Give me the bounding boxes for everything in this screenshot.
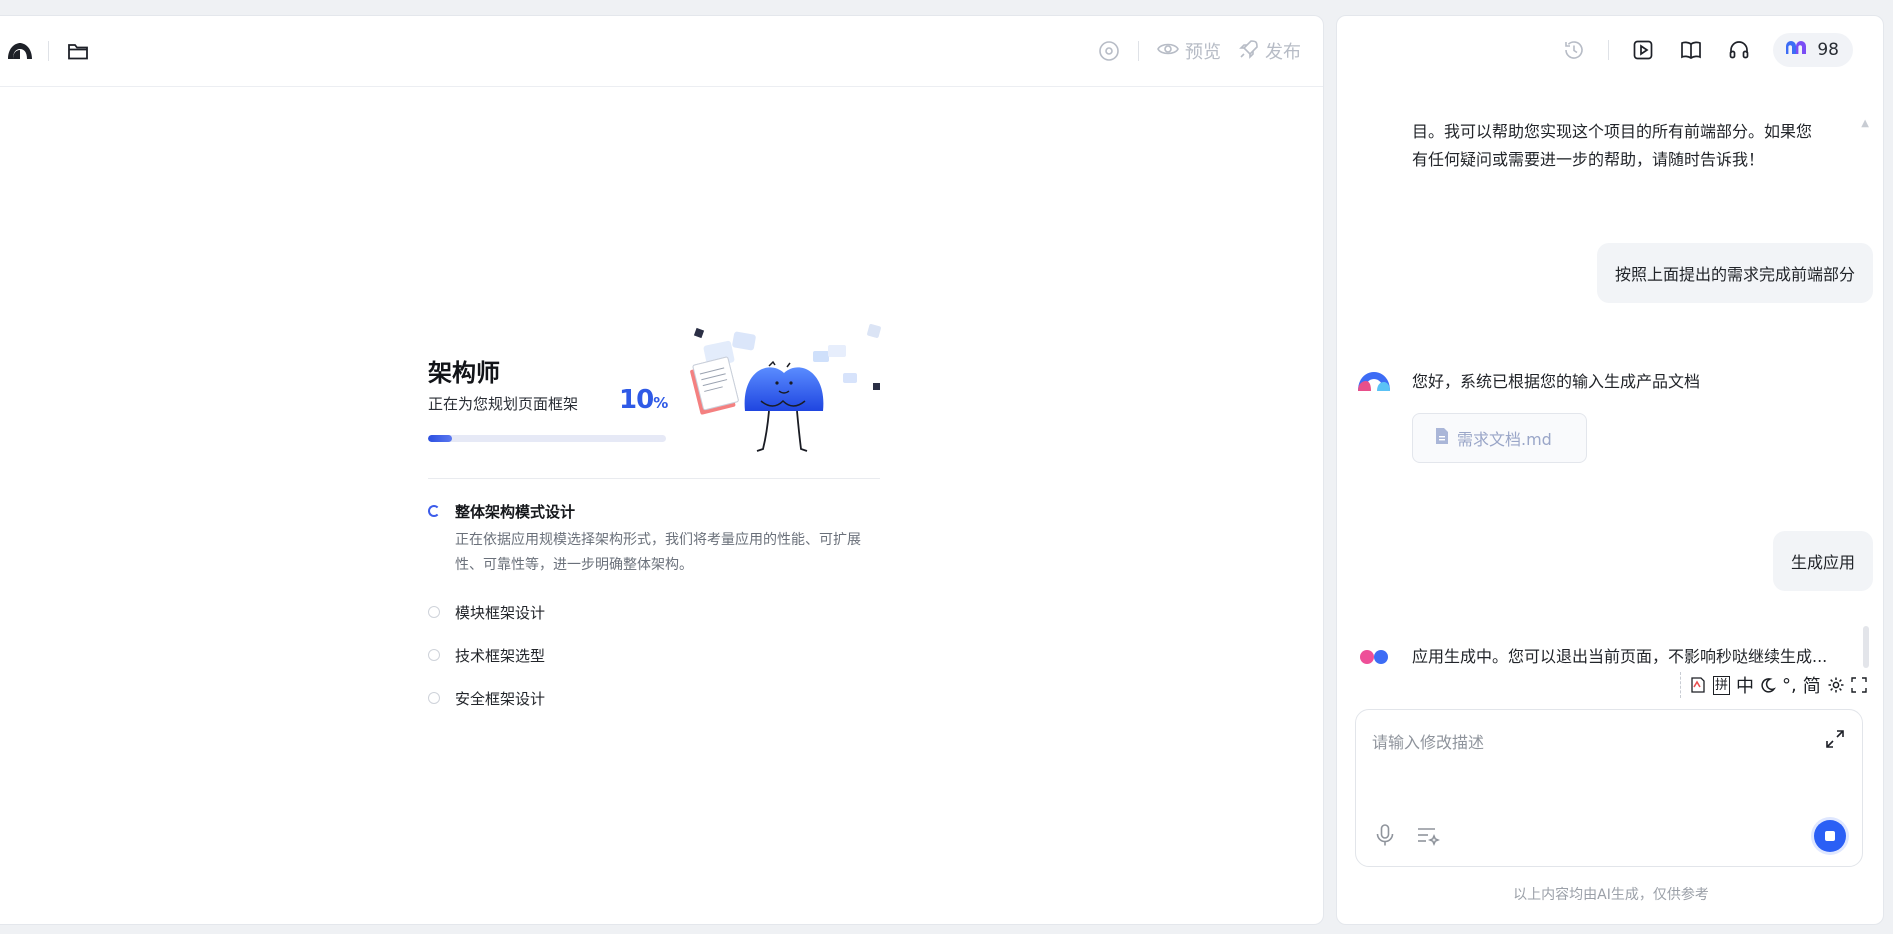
ime-toolbar: 拼 中 °, 简 <box>1680 672 1867 698</box>
eye-icon <box>1157 41 1179 62</box>
publish-label: 发布 <box>1265 42 1301 63</box>
preview-label: 预览 <box>1185 42 1221 63</box>
headset-icon[interactable] <box>1725 36 1753 64</box>
ime-logo-icon[interactable] <box>1689 676 1707 694</box>
ime-pinyin-toggle[interactable]: 拼 <box>1713 675 1731 695</box>
file-name: 需求文档.md <box>1457 430 1552 449</box>
gear-icon[interactable] <box>1827 676 1845 694</box>
microphone-icon[interactable] <box>1374 823 1398 849</box>
step-label: 模块框架设计 <box>455 604 546 622</box>
ai-message-line: 有任何疑问或需要进一步的帮助，请随时告诉我！ <box>1412 150 1765 169</box>
step-overall-architecture: 整体架构模式设计 正在依据应用规模选择架构形式，我们将考量应用的性能、可扩展性、… <box>428 501 880 578</box>
document-icon <box>1435 427 1449 449</box>
expand-icon[interactable] <box>1824 728 1848 752</box>
chat-message-list[interactable]: ▲ 目。我可以帮助您实现这个项目的所有前端部分。如果您 有任何疑问或需要进一步的… <box>1337 106 1885 696</box>
user-message-bubble: 按照上面提出的需求完成前端部分 <box>1596 243 1873 303</box>
step-label: 安全框架设计 <box>455 690 546 708</box>
scroll-up-arrow-icon[interactable]: ▲ <box>1861 118 1869 129</box>
step-tech-framework: 技术框架选型 <box>428 645 880 666</box>
credits-badge[interactable]: 98 <box>1773 32 1853 67</box>
generating-dots-icon <box>1357 646 1391 668</box>
progress-bar <box>428 435 666 442</box>
message-input[interactable] <box>1372 728 1792 756</box>
ime-punctuation-toggle[interactable]: °, <box>1782 675 1797 696</box>
fullscreen-icon[interactable] <box>1851 677 1867 693</box>
progress-percent: 10% <box>619 385 668 415</box>
app-logo-icon[interactable] <box>6 39 36 63</box>
credits-count: 98 <box>1817 39 1839 60</box>
pending-circle-icon <box>428 649 440 661</box>
architect-progress-card: 架构师 正在为您规划页面框架 10% 整体架构模式设计 正在依据应用规模选择架构… <box>428 321 883 731</box>
step-security-framework: 安全框架设计 <box>428 688 880 709</box>
message-composer <box>1355 709 1863 867</box>
workspace-header: 预览 发布 <box>0 16 1323 87</box>
step-label: 技术框架选型 <box>455 647 546 665</box>
chat-header: 98 <box>1337 16 1883 83</box>
ai-message-text: 您好，系统已根据您的输入生成产品文档 <box>1412 372 1701 391</box>
progress-bar-fill <box>428 435 452 442</box>
architect-title: 架构师 <box>428 359 500 387</box>
ai-disclaimer: 以上内容均由AI生成，仅供参考 <box>1513 887 1709 903</box>
target-icon[interactable] <box>1098 40 1120 62</box>
pending-circle-icon <box>428 692 440 704</box>
history-icon[interactable] <box>1560 36 1588 64</box>
architect-mascot-illustration <box>683 321 883 461</box>
step-description: 正在依据应用规模选择架构形式，我们将考量应用的性能、可扩展性、可靠性等，进一步明… <box>455 532 861 573</box>
preview-button[interactable]: 预览 <box>1157 38 1221 64</box>
chat-header-divider <box>1608 39 1610 60</box>
ime-simplified-toggle[interactable]: 简 <box>1803 672 1821 698</box>
prompt-template-icon[interactable] <box>1416 825 1442 849</box>
stop-icon <box>1825 831 1835 841</box>
header-divider <box>48 41 49 61</box>
moon-icon[interactable] <box>1760 677 1777 693</box>
ai-message-text: 应用生成中。您可以退出当前页面，不影响秒哒继续生成... <box>1412 647 1828 666</box>
publish-button[interactable]: 发布 <box>1239 38 1301 64</box>
file-attachment[interactable]: 需求文档.md <box>1412 413 1587 463</box>
rocket-icon <box>1239 39 1259 64</box>
loading-spinner-icon <box>428 505 440 517</box>
architect-divider <box>428 478 880 479</box>
progress-number: 10 <box>619 385 654 415</box>
user-message-bubble: 生成应用 <box>1772 531 1873 591</box>
architect-summary: 架构师 正在为您规划页面框架 10% <box>428 321 883 476</box>
step-module-framework: 模块框架设计 <box>428 602 880 623</box>
ai-message-text: 目。我可以帮助您实现这个项目的所有前端部分。如果您 有任何疑问或需要进一步的帮助… <box>1412 118 1812 174</box>
workspace-actions: 预览 发布 <box>1098 38 1301 64</box>
pending-circle-icon <box>428 606 440 618</box>
chat-scrollbar-thumb[interactable] <box>1863 626 1869 668</box>
actions-divider <box>1138 41 1139 61</box>
architect-step-list: 整体架构模式设计 正在依据应用规模选择架构形式，我们将考量应用的性能、可扩展性、… <box>428 501 880 709</box>
workspace-panel: 预览 发布 架构师 正在为您规划页面框架 10% 整体架构模式设计 正在依据应用… <box>0 15 1324 925</box>
step-label: 整体架构模式设计 <box>455 503 576 521</box>
ai-message-line: 目。我可以帮助您实现这个项目的所有前端部分。如果您 <box>1412 122 1813 141</box>
progress-unit: % <box>653 394 668 412</box>
architect-subtitle: 正在为您规划页面框架 <box>428 395 579 413</box>
chat-panel: 98 ▲ 目。我可以帮助您实现这个项目的所有前端部分。如果您 有任何疑问或需要进… <box>1336 15 1884 925</box>
stop-generation-button[interactable] <box>1814 820 1846 852</box>
ime-language-mode[interactable]: 中 <box>1736 672 1754 698</box>
brand-logo-icon <box>1785 39 1809 60</box>
app-root: 预览 发布 架构师 正在为您规划页面框架 10% 整体架构模式设计 正在依据应用… <box>0 0 1893 934</box>
video-play-icon[interactable] <box>1629 36 1657 64</box>
folder-icon[interactable] <box>65 38 91 64</box>
book-icon[interactable] <box>1677 36 1705 64</box>
ai-avatar-icon <box>1357 370 1391 392</box>
